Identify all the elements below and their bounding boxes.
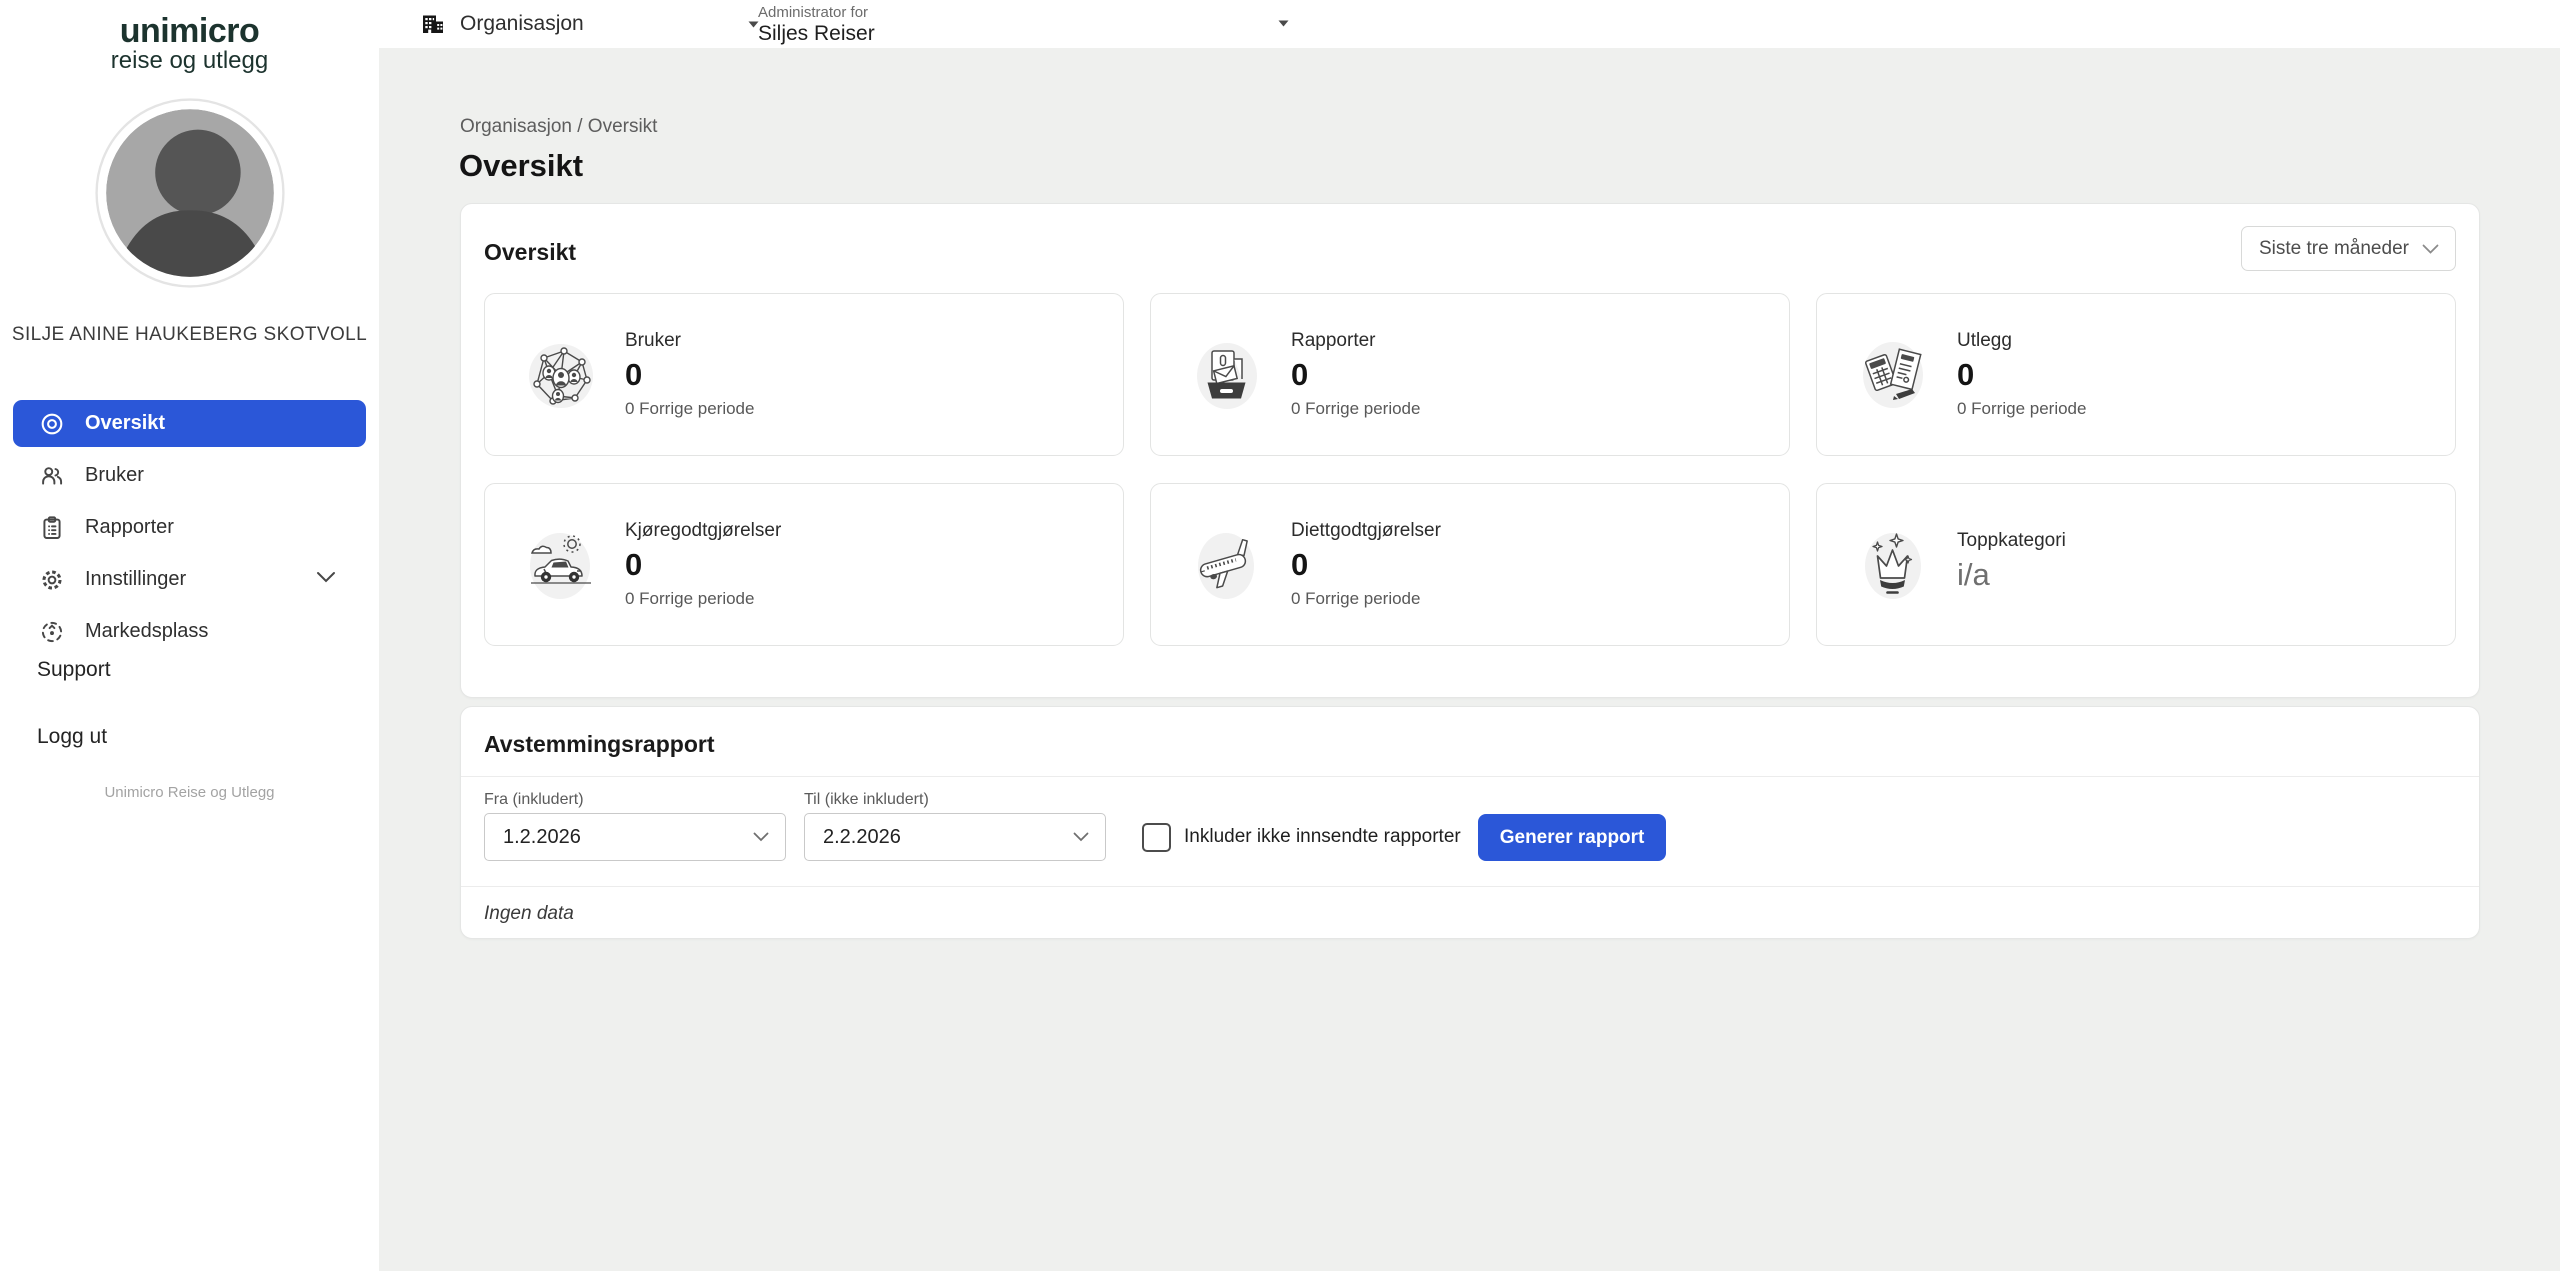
from-date-label: Fra (inkludert) bbox=[484, 791, 786, 809]
to-date-label: Til (ikke inkludert) bbox=[804, 791, 1106, 809]
include-unsubmitted-label: Inkluder ikke innsendte rapporter bbox=[1184, 826, 1461, 848]
empty-state-text: Ingen data bbox=[461, 887, 2479, 925]
stat-card-subtext: 0 Forrige periode bbox=[625, 399, 754, 419]
sidebar-item-label: Rapporter bbox=[85, 516, 174, 539]
chevron-down-icon[interactable] bbox=[316, 571, 336, 583]
stat-card-label: Kjøregodtgjørelser bbox=[625, 520, 781, 542]
sidebar-item-oversikt[interactable]: Oversikt bbox=[13, 400, 366, 447]
sidebar-item-label: Oversikt bbox=[85, 412, 165, 435]
from-date-value: 1.2.2026 bbox=[503, 826, 581, 849]
sidebar-item-rapporter[interactable]: Rapporter bbox=[13, 504, 366, 551]
stat-card-label: Rapporter bbox=[1291, 330, 1420, 352]
car-illustration bbox=[524, 528, 598, 602]
sidebar: unimicro reise og utlegg SILJE ANINE HAU… bbox=[0, 0, 379, 1271]
sidebar-item-innstillinger[interactable]: Innstillinger bbox=[13, 556, 366, 603]
organization-selector[interactable]: Organisasjon bbox=[420, 0, 759, 48]
reconciliation-panel: Avstemmingsrapport Fra (inkludert) 1.2.2… bbox=[460, 706, 2480, 939]
stat-card-kjoregodtgjorelser: Kjøregodtgjørelser 0 0 Forrige periode bbox=[484, 483, 1124, 646]
stat-card-utlegg: Utlegg 0 0 Forrige periode bbox=[1816, 293, 2456, 456]
marketplace-icon bbox=[39, 619, 65, 645]
administrator-selector[interactable]: Administrator for Siljes Reiser bbox=[758, 4, 875, 46]
stat-card-value: 0 bbox=[1291, 547, 1441, 583]
topbar: Organisasjon Administrator for Siljes Re… bbox=[0, 0, 2560, 48]
period-select-value: Siste tre måneder bbox=[2259, 238, 2409, 260]
stat-card-bruker: Bruker 0 0 Forrige periode bbox=[484, 293, 1124, 456]
sidebar-item-label: Innstillinger bbox=[85, 568, 186, 591]
sidebar-item-label: Markedsplass bbox=[85, 620, 208, 643]
avatar bbox=[95, 98, 285, 288]
stat-card-subtext: 0 Forrige periode bbox=[1291, 589, 1441, 609]
reconciliation-form: Fra (inkludert) 1.2.2026 Til (ikke inklu… bbox=[461, 777, 2479, 861]
generate-report-button[interactable]: Generer rapport bbox=[1478, 814, 1667, 861]
main-content: Organisasjon / Oversikt Oversikt Oversik… bbox=[379, 48, 2560, 1271]
to-date-select[interactable]: 2.2.2026 bbox=[804, 813, 1106, 861]
stat-card-value: 0 bbox=[1291, 357, 1420, 393]
sidebar-item-label: Bruker bbox=[85, 464, 144, 487]
inbox-documents-illustration bbox=[1190, 338, 1264, 412]
overview-panel: Oversikt Siste tre måneder bbox=[460, 203, 2480, 698]
sidebar-user-name: SILJE ANINE HAUKEBERG SKOTVOLL bbox=[0, 324, 379, 346]
gear-icon bbox=[39, 567, 65, 593]
stat-card-subtext: 0 Forrige periode bbox=[625, 589, 781, 609]
calculator-receipt-illustration bbox=[1856, 338, 1930, 412]
chevron-down-icon bbox=[1073, 832, 1089, 842]
sidebar-links: Support Logg ut bbox=[37, 658, 111, 792]
from-date-select[interactable]: 1.2.2026 bbox=[484, 813, 786, 861]
stat-card-label: Toppkategori bbox=[1957, 530, 2066, 552]
administrator-caption: Administrator for bbox=[758, 4, 875, 21]
stat-card-subtext: 0 Forrige periode bbox=[1957, 399, 2086, 419]
chevron-down-icon bbox=[2422, 244, 2439, 254]
stat-card-value: 0 bbox=[625, 357, 754, 393]
sidebar-footer-text: Unimicro Reise og Utlegg bbox=[0, 784, 379, 801]
airplane-illustration bbox=[1190, 528, 1264, 602]
stat-card-value: i/a bbox=[1957, 557, 2066, 593]
sidebar-nav: Oversikt Bruker Rapporter bbox=[0, 400, 379, 660]
chevron-down-icon bbox=[753, 832, 769, 842]
network-users-illustration bbox=[524, 338, 598, 412]
reconciliation-panel-title: Avstemmingsrapport bbox=[484, 731, 714, 758]
brand-name: unimicro bbox=[0, 14, 379, 48]
overview-panel-title: Oversikt bbox=[484, 239, 576, 266]
brand-tagline: reise og utlegg bbox=[0, 48, 379, 74]
page-title: Oversikt bbox=[459, 148, 583, 184]
period-select[interactable]: Siste tre måneder bbox=[2241, 226, 2456, 271]
caret-down-icon[interactable] bbox=[1278, 20, 1289, 27]
stat-card-label: Bruker bbox=[625, 330, 754, 352]
users-icon bbox=[39, 463, 65, 489]
breadcrumb[interactable]: Organisasjon / Oversikt bbox=[460, 116, 657, 138]
sidebar-item-bruker[interactable]: Bruker bbox=[13, 452, 366, 499]
to-date-value: 2.2.2026 bbox=[823, 826, 901, 849]
brand-logo: unimicro reise og utlegg bbox=[0, 0, 379, 74]
administrator-value: Siljes Reiser bbox=[758, 22, 875, 46]
stat-card-value: 0 bbox=[625, 547, 781, 583]
stat-card-label: Utlegg bbox=[1957, 330, 2086, 352]
include-unsubmitted-checkbox-row[interactable]: Inkluder ikke innsendte rapporter bbox=[1142, 813, 1461, 861]
crown-illustration bbox=[1856, 528, 1930, 602]
stat-card-subtext: 0 Forrige periode bbox=[1291, 399, 1420, 419]
stat-card-label: Diettgodtgjørelser bbox=[1291, 520, 1441, 542]
logout-link[interactable]: Logg ut bbox=[37, 725, 111, 749]
building-icon bbox=[420, 11, 446, 37]
support-link[interactable]: Support bbox=[37, 658, 111, 682]
stat-card-diettgodtgjorelser: Diettgodtgjørelser 0 0 Forrige periode bbox=[1150, 483, 1790, 646]
stat-cards: Bruker 0 0 Forrige periode bbox=[461, 271, 2479, 646]
sidebar-item-markedsplass[interactable]: Markedsplass bbox=[13, 608, 366, 655]
clipboard-icon bbox=[39, 515, 65, 541]
stat-card-toppkategori: Toppkategori i/a bbox=[1816, 483, 2456, 646]
include-unsubmitted-checkbox[interactable] bbox=[1142, 823, 1171, 852]
stat-card-rapporter: Rapporter 0 0 Forrige periode bbox=[1150, 293, 1790, 456]
stat-card-value: 0 bbox=[1957, 357, 2086, 393]
organization-selector-label: Organisasjon bbox=[460, 12, 584, 36]
eye-icon bbox=[39, 411, 65, 437]
